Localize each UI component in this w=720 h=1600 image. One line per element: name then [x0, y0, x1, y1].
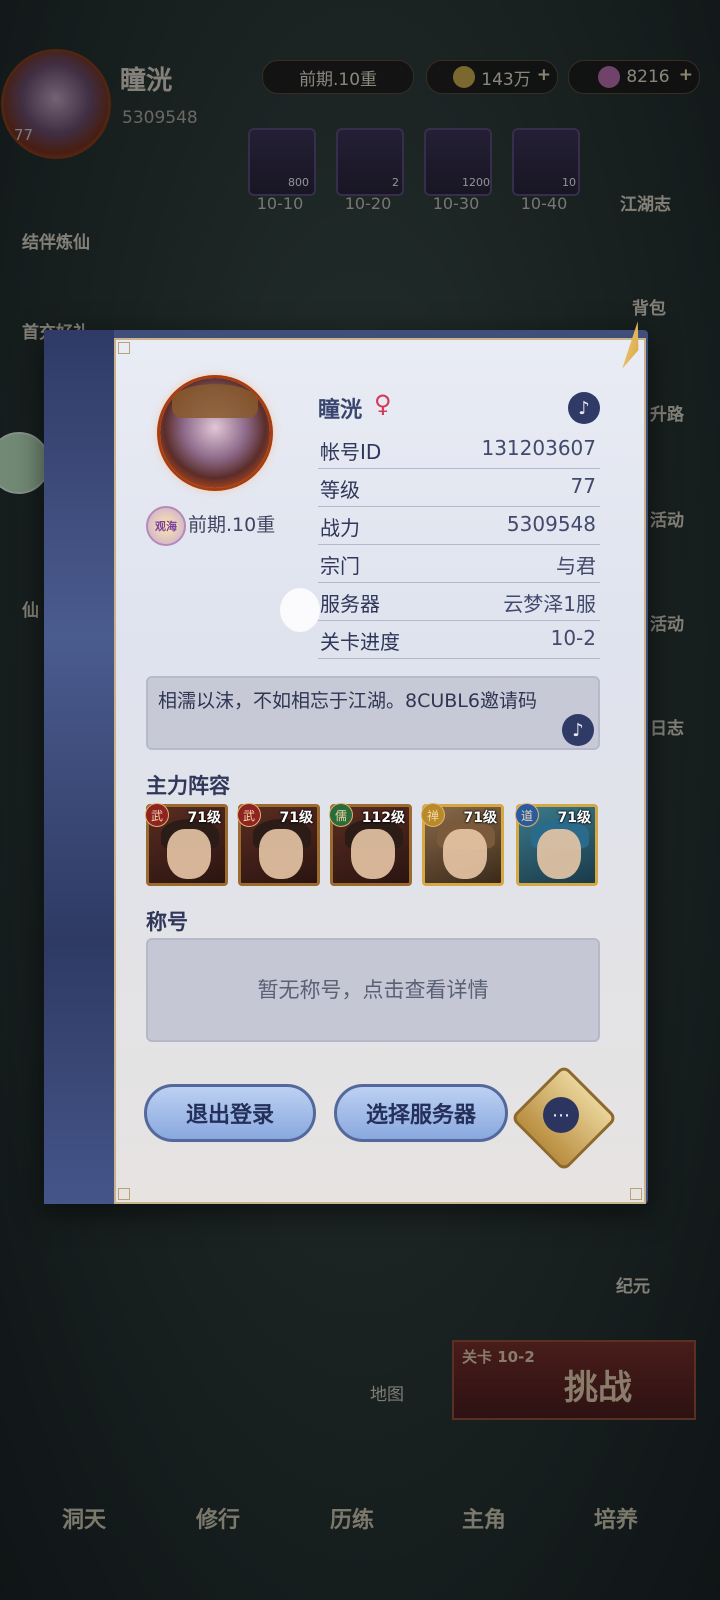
hero-level: 71级 [463, 810, 497, 826]
rank-badge-icon: 观海 [146, 506, 186, 546]
bio-box[interactable]: 相濡以沫，不如相忘于江湖。8CUBL6邀请码 [146, 676, 600, 750]
info-row-server: 服务器 云梦泽1服 [318, 584, 600, 621]
hero-portrait [351, 829, 395, 879]
corner-ornament [118, 342, 130, 354]
title-placeholder: 暂无称号，点击查看详情 [257, 978, 489, 1002]
hero-card[interactable]: 禅 71级 [421, 803, 504, 886]
hero-portrait [259, 829, 303, 879]
hero-portrait [167, 829, 211, 879]
hero-school-badge: 道 [515, 803, 539, 827]
info-row-stage: 关卡进度 10-2 [318, 622, 600, 659]
lineup-title: 主力阵容 [146, 774, 230, 798]
hero-card[interactable]: 儒 112级 [329, 803, 412, 886]
logout-button[interactable]: 退出登录 [144, 1084, 316, 1142]
music-note-icon: ♪ [572, 719, 584, 741]
row-value: 10-2 [550, 626, 596, 650]
row-value: 77 [570, 474, 596, 498]
row-value: 131203607 [481, 436, 596, 460]
row-value: 云梦泽1服 [503, 592, 596, 616]
row-key: 战力 [320, 516, 360, 540]
music-note-icon: ♪ [578, 397, 590, 419]
edit-bio-button[interactable]: ♪ [562, 714, 594, 746]
title-box[interactable]: 暂无称号，点击查看详情 [146, 938, 600, 1042]
dialog-scroll-spine [44, 330, 114, 1204]
hero-level: 71级 [187, 810, 221, 826]
rank-badge-text: 观海 [155, 520, 177, 533]
hero-portrait [537, 829, 581, 879]
rank-text: 前期.10重 [188, 514, 276, 536]
hero-school-badge: 武 [145, 803, 169, 827]
hero-school-badge: 儒 [329, 803, 353, 827]
select-server-button[interactable]: 选择服务器 [334, 1084, 508, 1142]
hero-portrait [443, 829, 487, 879]
edit-music-button[interactable]: ♪ [568, 392, 600, 424]
title-section-label: 称号 [146, 910, 188, 934]
hero-card[interactable]: 武 71级 [237, 803, 320, 886]
row-key: 帐号ID [320, 440, 382, 464]
hero-school-badge: 武 [237, 803, 261, 827]
female-icon: ♀ [374, 390, 392, 418]
row-key: 关卡进度 [320, 630, 400, 654]
row-key: 服务器 [320, 592, 380, 616]
row-value: 与君 [556, 554, 596, 578]
row-value: 5309548 [506, 512, 596, 536]
hero-level: 112级 [361, 810, 405, 826]
hero-level: 71级 [279, 810, 313, 826]
bio-text: 相濡以沫，不如相忘于江湖。8CUBL6邀请码 [158, 690, 537, 712]
row-key: 等级 [320, 478, 360, 502]
info-row-level: 等级 77 [318, 470, 600, 507]
info-row-sect: 宗门 与君 [318, 546, 600, 583]
info-row-account-id: 帐号ID 131203607 [318, 432, 600, 469]
corner-ornament [630, 1188, 642, 1200]
hero-level: 71级 [557, 810, 591, 826]
cloud-puff-decoration [280, 588, 320, 632]
more-icon: ⋯ [543, 1097, 579, 1133]
row-key: 宗门 [320, 554, 360, 578]
hero-school-badge: 禅 [421, 803, 445, 827]
profile-name: 瞳洸 [318, 398, 363, 423]
hero-card[interactable]: 武 71级 [145, 803, 228, 886]
corner-ornament [118, 1188, 130, 1200]
avatar-hat [172, 384, 258, 418]
hero-card[interactable]: 道 71级 [515, 803, 598, 886]
info-row-power: 战力 5309548 [318, 508, 600, 545]
